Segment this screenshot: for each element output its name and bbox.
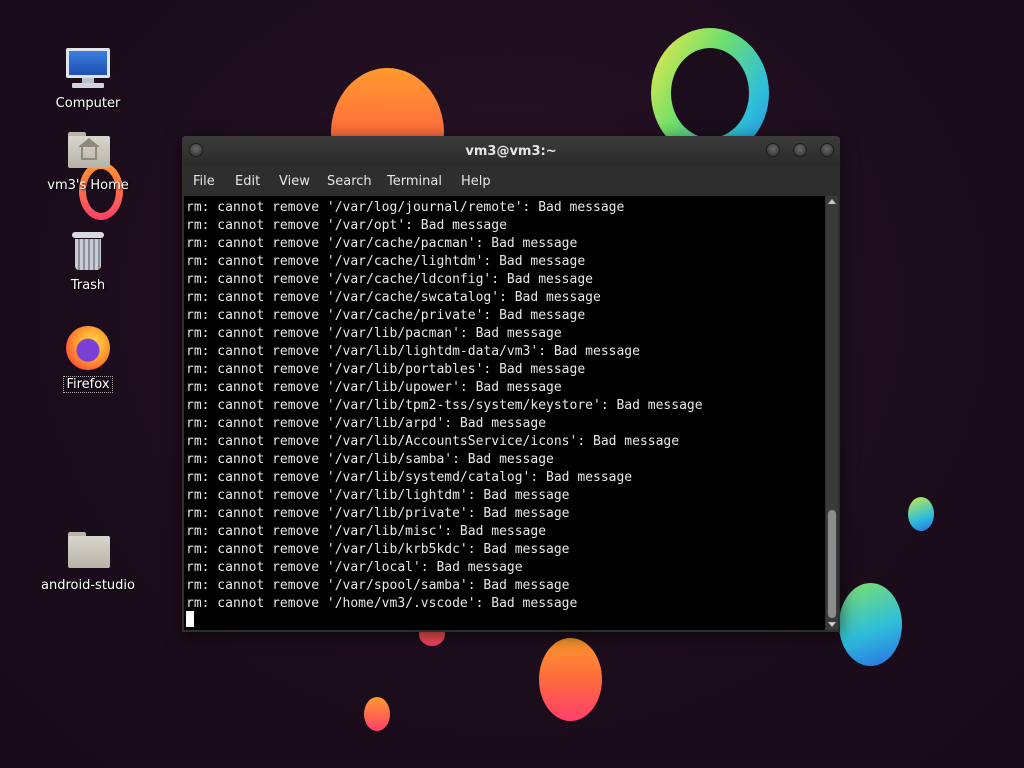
- firefox-icon: [64, 326, 112, 370]
- computer-icon: [64, 46, 112, 90]
- desktop-icon-label: android-studio: [41, 578, 135, 593]
- terminal-cursor: [186, 611, 194, 627]
- terminal-line: rm: cannot remove '/var/cache/pacman': B…: [186, 236, 578, 251]
- terminal-line: rm: cannot remove '/var/log/journal/remo…: [186, 200, 625, 215]
- terminal-line: rm: cannot remove '/var/lib/pacman': Bad…: [186, 326, 562, 341]
- desktop[interactable]: Computer vm3's Home Trash Firefox androi…: [0, 0, 1024, 768]
- menu-help[interactable]: Help: [461, 174, 491, 189]
- terminal-output[interactable]: rm: cannot remove '/var/log/journal/remo…: [184, 196, 825, 630]
- minimize-button[interactable]: [766, 143, 780, 157]
- terminal-line: rm: cannot remove '/var/cache/swcatalog'…: [186, 290, 601, 305]
- terminal-line: rm: cannot remove '/var/lib/upower': Bad…: [186, 380, 562, 395]
- terminal-line: rm: cannot remove '/var/cache/ldconfig':…: [186, 272, 593, 287]
- desktop-icon-android-studio[interactable]: android-studio: [38, 528, 138, 593]
- wallpaper-blob: [908, 497, 934, 531]
- desktop-icon-label: vm3's Home: [47, 178, 129, 193]
- wallpaper-blob: [839, 583, 902, 666]
- folder-icon: [64, 528, 112, 572]
- menu-file[interactable]: File: [193, 174, 215, 189]
- terminal-line: rm: cannot remove '/var/lib/lightdm': Ba…: [186, 488, 570, 503]
- terminal-line: rm: cannot remove '/var/lib/misc': Bad m…: [186, 524, 547, 539]
- home-folder-icon: [64, 128, 112, 172]
- wallpaper-blob: [364, 697, 390, 731]
- desktop-icon-home[interactable]: vm3's Home: [38, 128, 138, 193]
- menu-search[interactable]: Search: [327, 174, 372, 189]
- scrollbar-thumb[interactable]: [828, 510, 836, 618]
- title-bar[interactable]: vm3@vm3:~: [182, 136, 840, 166]
- terminal-line: rm: cannot remove '/var/lib/AccountsServ…: [186, 434, 680, 449]
- scroll-down-arrow-icon[interactable]: [828, 622, 836, 627]
- scroll-up-arrow-icon[interactable]: [828, 199, 836, 204]
- terminal-scrollbar[interactable]: [826, 196, 838, 630]
- terminal-lines: rm: cannot remove '/var/log/journal/remo…: [186, 199, 703, 613]
- close-button[interactable]: [820, 143, 834, 157]
- terminal-line: rm: cannot remove '/home/vm3/.vscode': B…: [186, 596, 578, 611]
- terminal-line: rm: cannot remove '/var/lib/arpd': Bad m…: [186, 416, 547, 431]
- desktop-icon-trash[interactable]: Trash: [38, 228, 138, 293]
- desktop-icon-firefox[interactable]: Firefox: [38, 326, 138, 393]
- desktop-icon-computer[interactable]: Computer: [38, 46, 138, 111]
- terminal-line: rm: cannot remove '/var/lib/krb5kdc': Ba…: [186, 542, 570, 557]
- terminal-line: rm: cannot remove '/var/lib/samba': Bad …: [186, 452, 554, 467]
- wallpaper-blob: [539, 638, 602, 721]
- terminal-line: rm: cannot remove '/var/lib/systemd/cata…: [186, 470, 633, 485]
- terminal-line: rm: cannot remove '/var/cache/private': …: [186, 308, 586, 323]
- desktop-icon-label: Trash: [70, 278, 106, 293]
- terminal-line: rm: cannot remove '/var/spool/samba': Ba…: [186, 578, 570, 593]
- window-title: vm3@vm3:~: [465, 144, 557, 159]
- terminal-line: rm: cannot remove '/var/cache/lightdm': …: [186, 254, 586, 269]
- trash-icon: [64, 228, 112, 272]
- menu-edit[interactable]: Edit: [235, 174, 260, 189]
- menu-terminal[interactable]: Terminal: [387, 174, 442, 189]
- terminal-line: rm: cannot remove '/var/lib/private': Ba…: [186, 506, 570, 521]
- menu-bar: File Edit View Search Terminal Help: [182, 166, 840, 196]
- menu-view[interactable]: View: [279, 174, 310, 189]
- terminal-line: rm: cannot remove '/var/opt': Bad messag…: [186, 218, 507, 233]
- terminal-line: rm: cannot remove '/var/lib/portables': …: [186, 362, 586, 377]
- desktop-icon-label: Firefox: [63, 376, 113, 393]
- terminal-line: rm: cannot remove '/var/lib/tpm2-tss/sys…: [186, 398, 703, 413]
- terminal-line: rm: cannot remove '/var/lib/lightdm-data…: [186, 344, 640, 359]
- desktop-icon-label: Computer: [55, 96, 121, 111]
- terminal-window[interactable]: vm3@vm3:~ File Edit View Search Terminal…: [182, 136, 840, 632]
- terminal-line: rm: cannot remove '/var/local': Bad mess…: [186, 560, 523, 575]
- maximize-button[interactable]: [793, 143, 807, 157]
